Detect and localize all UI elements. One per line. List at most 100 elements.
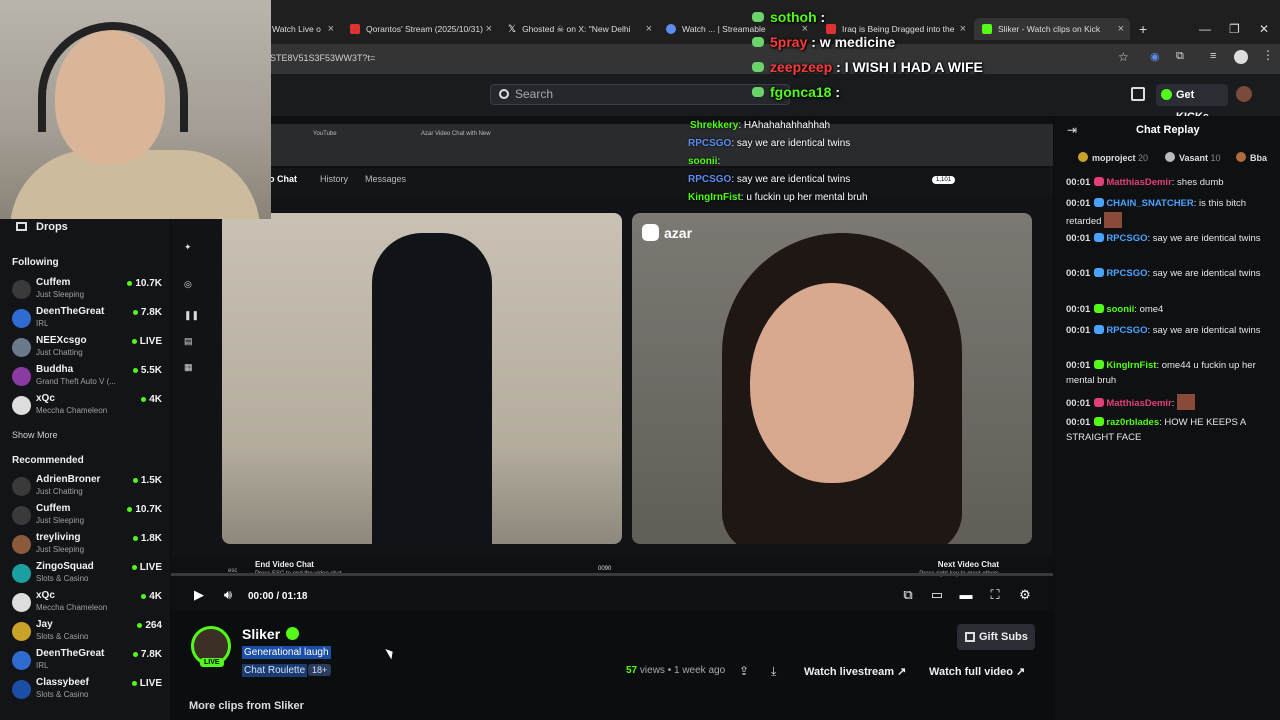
streamer-name[interactable]: Sliker <box>242 626 280 642</box>
minimize-button[interactable]: — <box>1199 22 1211 36</box>
settings-gear-icon[interactable]: ⚙ <box>1018 588 1032 602</box>
browser-tab[interactable]: Watch Live o × <box>272 18 334 40</box>
chat-username[interactable]: RPCSGO <box>1106 233 1147 244</box>
clip-icon[interactable]: ⧉ <box>901 588 915 602</box>
sidebar-channel-item[interactable]: treyliving Just Sleeping 1.8K <box>12 532 162 560</box>
badge-icon <box>752 87 764 97</box>
search-input[interactable]: Search <box>490 84 790 105</box>
overlay-username: 5pray <box>770 34 808 50</box>
bookmark-star-icon[interactable]: ☆ <box>1118 50 1129 64</box>
leaderboard-entry[interactable]: moproject 20 <box>1078 152 1148 163</box>
get-kicks-button[interactable]: Get KICKs <box>1156 84 1228 123</box>
sidebar-channel-item[interactable]: Jay Slots & Casino 264 <box>12 619 162 647</box>
gift-subs-button[interactable]: Gift Subs <box>957 624 1035 650</box>
progress-bar[interactable] <box>171 573 1053 576</box>
overlay-username: soonii <box>688 156 718 167</box>
inner-tab-azar: Azar Video Chat with New <box>421 131 491 137</box>
leaderboard-entry[interactable]: Bba <box>1236 152 1267 163</box>
chat-message: 00:01 RPCSGO: say we are identical twins <box>1066 324 1266 339</box>
sidebar-channel-item[interactable]: ZingoSquad Slots & Casino LIVE <box>12 561 162 589</box>
chat-username[interactable]: KingIrnFist <box>1106 360 1156 371</box>
live-dot-icon <box>131 680 137 686</box>
leaderboard-entry[interactable]: Vasant 10 <box>1165 152 1221 163</box>
channel-avatar <box>12 338 31 357</box>
chat-username[interactable]: MatthiasDemir <box>1106 177 1171 188</box>
fullscreen-icon[interactable]: ⛶ <box>988 588 1002 602</box>
share-icon[interactable]: ⇪ <box>739 664 749 678</box>
chat-username[interactable]: raz0rblades <box>1106 417 1159 428</box>
theater-mode-icon[interactable]: ▬ <box>959 588 973 602</box>
chat-timestamp: 00:01 <box>1066 233 1091 244</box>
channel-name: DeenTheGreat <box>36 306 105 317</box>
external-link-icon: ↗ <box>897 666 907 678</box>
show-more-link[interactable]: Show More <box>12 430 58 440</box>
headset-shape <box>38 22 188 132</box>
close-tab-icon[interactable]: × <box>960 23 966 35</box>
sidebar-channel-item[interactable]: Cuffem Just Sleeping 10.7K <box>12 277 162 305</box>
sidebar-channel-item[interactable]: Buddha Grand Theft Auto V (... 5.5K <box>12 364 162 392</box>
watch-full-video-button[interactable]: Watch full video ↗ <box>929 665 1025 678</box>
chat-username[interactable]: RPCSGO <box>1106 268 1147 279</box>
azar-text: azar <box>664 225 693 241</box>
viewer-count: 4K <box>149 394 162 405</box>
sidebar-channel-item[interactable]: xQc Meccha Chameleon 4K <box>12 393 162 421</box>
download-icon[interactable]: ⤓ <box>771 664 776 679</box>
drops-link[interactable]: Drops <box>16 221 68 233</box>
viewer-count: 10.7K <box>135 504 162 515</box>
streamable-icon <box>666 24 676 34</box>
collapse-chat-icon[interactable]: ⇥ <box>1067 123 1077 137</box>
live-dot-icon <box>132 309 138 315</box>
layout-icon[interactable] <box>1131 87 1145 101</box>
chat-username[interactable]: soonii <box>1106 304 1134 315</box>
url-text[interactable]: STE8V51S3F53WW3T?t= <box>270 53 375 63</box>
browser-tab[interactable]: Qorantos' Stream (2025/10/31) × <box>350 18 492 40</box>
channel-name: DeenTheGreat <box>36 648 105 659</box>
chat-text: : say we are identical twins <box>1147 325 1261 336</box>
channel-avatar <box>12 280 31 299</box>
puzzle-icon[interactable]: ⧉ <box>1176 50 1184 63</box>
search-placeholder: Search <box>515 87 554 101</box>
tab-label: Qorantos' Stream (2025/10/31) <box>366 24 483 34</box>
browser-tab-active[interactable]: Sliker - Watch clips on Kick × <box>974 18 1130 40</box>
play-icon[interactable]: ▶ <box>192 588 206 602</box>
sidebar-channel-item[interactable]: Cuffem Just Sleeping 10.7K <box>12 503 162 531</box>
extension-icon[interactable]: ◉ <box>1150 50 1160 63</box>
overlay-chat-message: fgonca18 : <box>752 84 840 100</box>
browser-tab[interactable]: 𝕏 Ghosted ☠ on X: "New Delhi × <box>508 18 652 40</box>
channel-name: Buddha <box>36 364 74 375</box>
sidebar-channel-item[interactable]: DeenTheGreat IRL 7.8K <box>12 306 162 334</box>
close-tab-icon[interactable]: × <box>646 23 652 35</box>
sidebar-channel-item[interactable]: Classybeef Slots & Casino LIVE <box>12 677 162 705</box>
sidebar-channel-item[interactable]: AdrienBroner Just Chatting 1.5K <box>12 474 162 502</box>
channel-category: Just Sleeping <box>36 545 85 554</box>
profile-icon[interactable] <box>1234 50 1248 64</box>
chat-badge-icon <box>1094 304 1105 313</box>
close-tab-icon[interactable]: × <box>1118 23 1124 35</box>
chat-username[interactable]: RPCSGO <box>1106 325 1147 336</box>
user-avatar[interactable] <box>1236 86 1252 102</box>
more-menu-icon[interactable]: ⋮ <box>1262 48 1274 62</box>
captions-icon[interactable]: ▭ <box>930 588 944 602</box>
maximize-button[interactable]: ❐ <box>1229 22 1240 36</box>
overlay-chat-message-small: KingIrnFist: u fuckin up her mental bruh <box>688 192 868 203</box>
close-window-button[interactable]: ✕ <box>1259 22 1269 36</box>
close-tab-icon[interactable]: × <box>328 23 334 35</box>
sidebar-channel-item[interactable]: NEEXcsgo Just Chatting LIVE <box>12 335 162 363</box>
channel-category: Slots & Casino <box>36 574 89 583</box>
viewer-count: 10.7K <box>135 278 162 289</box>
chat-username[interactable]: MatthiasDemir <box>1106 398 1171 409</box>
watch-livestream-button[interactable]: Watch livestream ↗ <box>804 665 906 678</box>
volume-icon[interactable]: 🔊︎ <box>221 588 235 602</box>
live-dot-icon <box>131 338 137 344</box>
sidebar-channel-item[interactable]: xQc Meccha Chameleon 4K <box>12 590 162 618</box>
new-tab-button[interactable]: + <box>1139 21 1147 37</box>
viewer-count: 1.8K <box>140 533 162 544</box>
sidebar-channel-item[interactable]: DeenTheGreat IRL 7.8K <box>12 648 162 676</box>
clip-category-link[interactable]: Chat Roulette <box>242 664 308 677</box>
channel-avatar <box>12 564 31 583</box>
chat-username[interactable]: CHAIN_SNATCHER <box>1106 198 1193 209</box>
close-tab-icon[interactable]: × <box>486 23 492 35</box>
wand-icon: ✦ <box>184 242 192 252</box>
channel-category: Meccha Chameleon <box>36 406 108 415</box>
menu-lines-icon[interactable]: ≡ <box>1210 50 1216 62</box>
